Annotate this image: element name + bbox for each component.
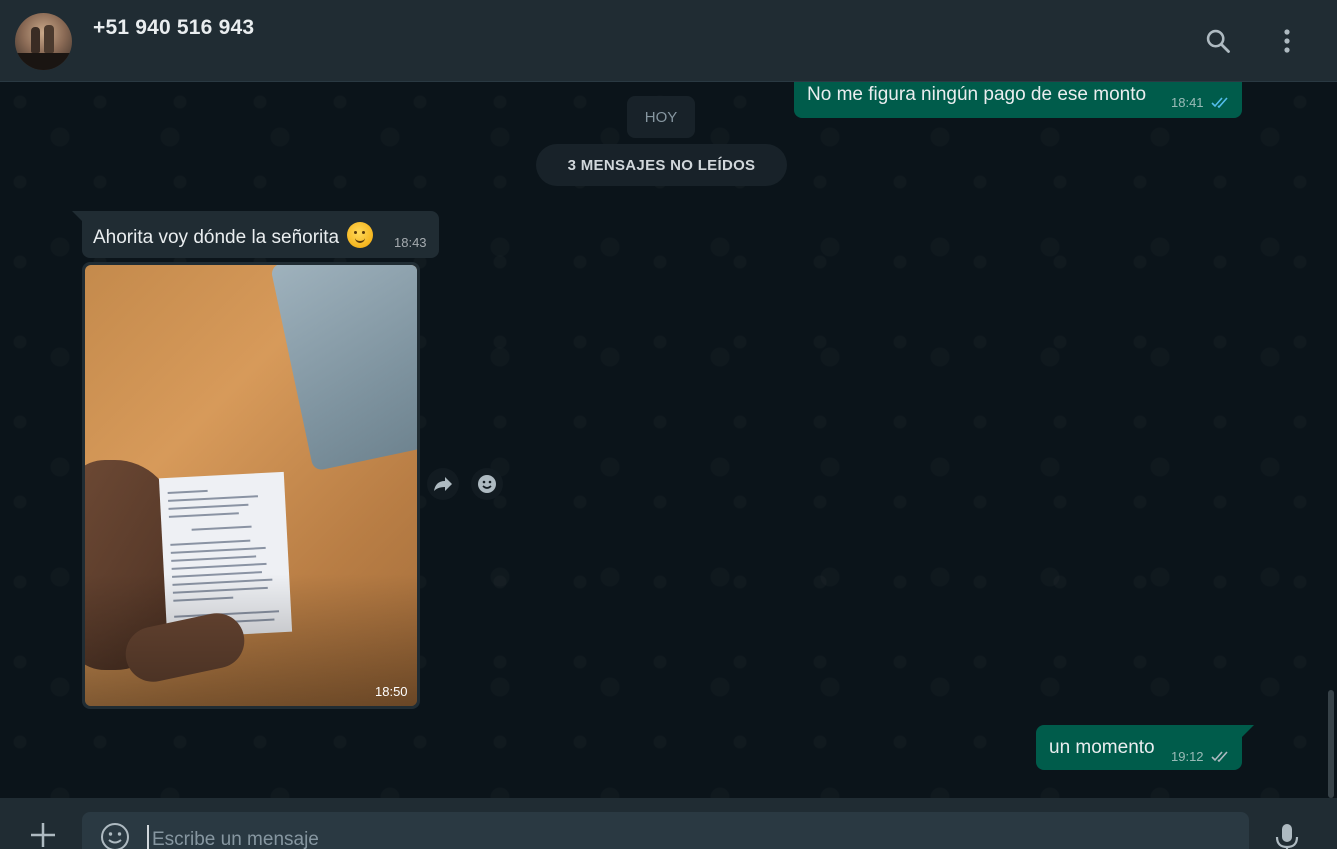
contact-avatar[interactable]: [15, 13, 72, 70]
microphone-icon[interactable]: [1271, 822, 1303, 849]
hugging-face-emoji-icon: [347, 222, 374, 248]
message-text: Ahorita voy dónde la señorita: [93, 222, 374, 249]
message-time: 18:43: [394, 235, 427, 250]
plus-icon[interactable]: [28, 820, 58, 849]
delivered-ticks-icon: [1211, 751, 1228, 762]
chat-scrollbar[interactable]: [1328, 690, 1334, 798]
message-bubble-outgoing[interactable]: No me figura ningún pago de ese monto 18…: [794, 82, 1242, 118]
message-bubble-outgoing[interactable]: un momento 19:12: [1036, 725, 1242, 770]
date-divider: HOY: [627, 96, 695, 138]
image-message-bubble[interactable]: 18:50: [82, 262, 420, 709]
read-ticks-icon: [1211, 97, 1228, 108]
message-time: 18:50: [375, 684, 408, 699]
message-text: No me figura ningún pago de ese monto: [807, 84, 1147, 105]
search-icon[interactable]: [1201, 24, 1235, 58]
bubble-tail: [1242, 725, 1254, 737]
message-list[interactable]: No me figura ningún pago de ese monto 18…: [0, 82, 1337, 798]
unread-divider: 3 MENSAJES NO LEÍDOS: [536, 144, 787, 186]
emoji-icon[interactable]: [100, 822, 130, 849]
message-time: 19:12: [1171, 749, 1204, 764]
message-text: un momento: [1049, 737, 1155, 758]
receipt-photo[interactable]: 18:50: [85, 265, 417, 706]
message-bubble-incoming[interactable]: Ahorita voy dónde la señorita 18:43: [82, 211, 439, 258]
message-input[interactable]: Escribe un mensaje: [82, 812, 1249, 849]
avatar-caption: [15, 53, 72, 70]
avatar-figure: [44, 25, 54, 53]
avatar-figure: [31, 27, 40, 53]
kebab-menu-icon[interactable]: [1270, 24, 1304, 58]
contact-name[interactable]: +51 940 516 943: [93, 16, 254, 40]
message-input-placeholder: Escribe un mensaje: [152, 829, 319, 849]
chat-header: +51 940 516 943: [0, 0, 1337, 82]
react-emoji-icon[interactable]: [471, 468, 503, 500]
composer-bar: Escribe un mensaje: [0, 798, 1337, 849]
forward-icon[interactable]: [427, 468, 459, 500]
message-time: 18:41: [1171, 95, 1204, 110]
text-caret: [147, 825, 149, 849]
